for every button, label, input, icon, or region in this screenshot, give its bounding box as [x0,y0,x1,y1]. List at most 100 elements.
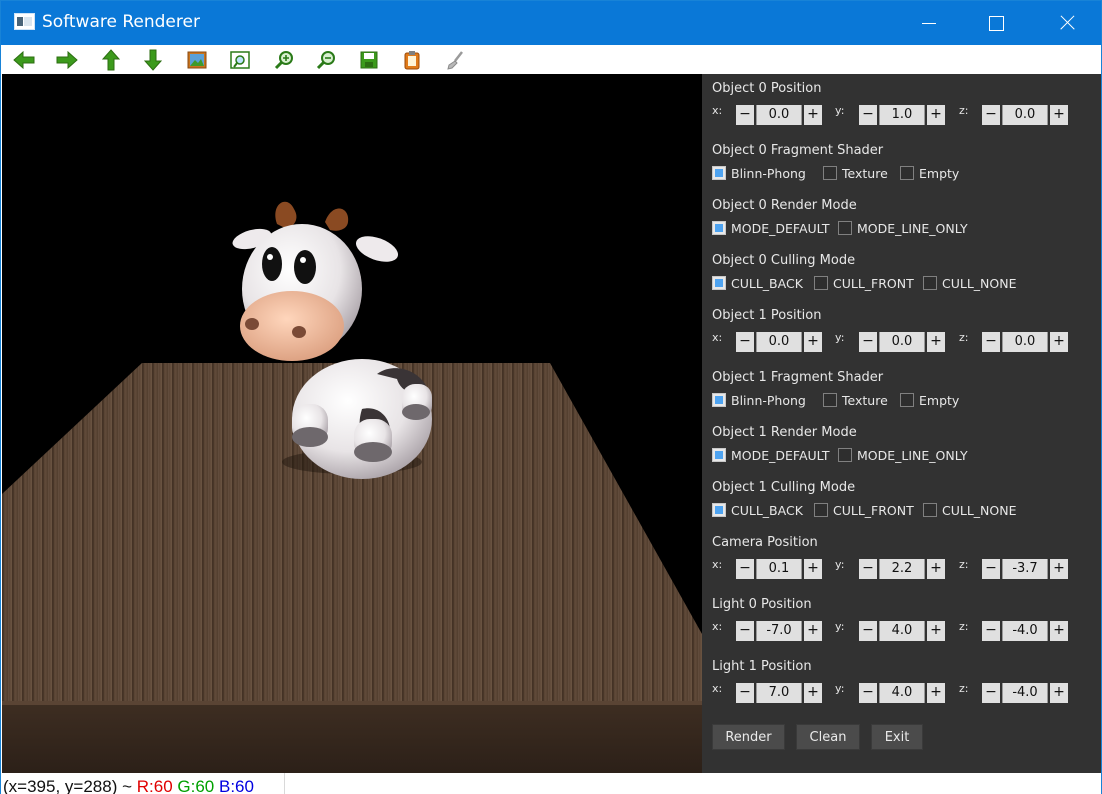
object0-shader-texture-option[interactable]: Texture [823,164,888,182]
light1-x-value[interactable]: 7.0 [756,683,802,703]
camera-x-minus-button[interactable]: − [736,559,754,579]
arrow-up-icon[interactable] [99,49,123,71]
exit-button[interactable]: Exit [871,724,923,750]
camera-z-plus-button[interactable]: + [1050,559,1068,579]
object1-z-plus-button[interactable]: + [1050,332,1068,352]
light0-z-minus-button[interactable]: − [982,621,1000,641]
object1-x-plus-button[interactable]: + [804,332,822,352]
object1-y-minus-button[interactable]: − [859,332,877,352]
close-button[interactable] [1043,1,1089,45]
light0-x-minus-button[interactable]: − [736,621,754,641]
object1-y-plus-button[interactable]: + [927,332,945,352]
arrow-right-icon[interactable] [55,49,79,71]
minimize-button[interactable] [906,1,952,45]
camera-y-plus-button[interactable]: + [927,559,945,579]
camera-z-minus-button[interactable]: − [982,559,1000,579]
camera-x-plus-button[interactable]: + [804,559,822,579]
app-icon [14,13,35,30]
checkbox-checked[interactable] [712,221,726,235]
checkbox[interactable] [923,276,937,290]
checkbox[interactable] [900,166,914,180]
image-icon[interactable] [185,49,209,71]
object0-y-plus-button[interactable]: + [927,105,945,125]
camera-y-minus-button[interactable]: − [859,559,877,579]
light1-y-minus-button[interactable]: − [859,683,877,703]
checkbox-checked[interactable] [712,503,726,517]
y-axis-label: y: [835,620,845,633]
checkbox-checked[interactable] [712,448,726,462]
checkbox[interactable] [814,503,828,517]
light1-z-minus-button[interactable]: − [982,683,1000,703]
object0-x-plus-button[interactable]: + [804,105,822,125]
maximize-button[interactable] [973,1,1019,45]
object0-y-minus-button[interactable]: − [859,105,877,125]
object0-mode-default-option[interactable]: MODE_DEFAULT [712,219,830,237]
object1-z-minus-button[interactable]: − [982,332,1000,352]
light1-x-plus-button[interactable]: + [804,683,822,703]
checkbox-checked[interactable] [712,166,726,180]
light0-y-minus-button[interactable]: − [859,621,877,641]
checkbox[interactable] [823,393,837,407]
render-viewport[interactable] [2,74,702,773]
arrow-down-icon[interactable] [141,49,165,71]
brush-icon[interactable] [443,49,467,71]
arrow-left-icon[interactable] [12,49,36,71]
title-bar[interactable]: Software Renderer [1,1,1101,45]
object1-mode-default-option[interactable]: MODE_DEFAULT [712,446,830,464]
object1-z-value[interactable]: 0.0 [1002,332,1048,352]
camera-x-value[interactable]: 0.1 [756,559,802,579]
checkbox[interactable] [838,448,852,462]
object0-z-minus-button[interactable]: − [982,105,1000,125]
render-button[interactable]: Render [712,724,785,750]
zoom-in-icon[interactable] [272,49,296,71]
object0-cull-back-option[interactable]: CULL_BACK [712,274,803,292]
camera-z-value[interactable]: -3.7 [1002,559,1048,579]
object0-mode-line-only-option[interactable]: MODE_LINE_ONLY [838,219,968,237]
light1-y-plus-button[interactable]: + [927,683,945,703]
object0-z-plus-button[interactable]: + [1050,105,1068,125]
light0-y-plus-button[interactable]: + [927,621,945,641]
checkbox[interactable] [823,166,837,180]
checkbox-checked[interactable] [712,276,726,290]
object0-z-value[interactable]: 0.0 [1002,105,1048,125]
light0-z-plus-button[interactable]: + [1050,621,1068,641]
object1-cull-none-option[interactable]: CULL_NONE [923,501,1017,519]
checkbox[interactable] [814,276,828,290]
object0-x-minus-button[interactable]: − [736,105,754,125]
object1-shader-texture-option[interactable]: Texture [823,391,888,409]
light1-z-value[interactable]: -4.0 [1002,683,1048,703]
checkbox[interactable] [923,503,937,517]
light1-x-minus-button[interactable]: − [736,683,754,703]
checkbox[interactable] [838,221,852,235]
object0-shader-blinn-phong-option[interactable]: Blinn-Phong [712,164,806,182]
checkbox[interactable] [900,393,914,407]
fit-view-icon[interactable] [228,49,252,71]
object1-mode-line-only-option[interactable]: MODE_LINE_ONLY [838,446,968,464]
clipboard-icon[interactable] [400,49,424,71]
light1-z-plus-button[interactable]: + [1050,683,1068,703]
light0-y-value[interactable]: 4.0 [879,621,925,641]
zoom-out-icon[interactable] [314,49,338,71]
object1-cull-front-option[interactable]: CULL_FRONT [814,501,914,519]
light0-x-value[interactable]: -7.0 [756,621,802,641]
object0-shader-empty-option[interactable]: Empty [900,164,959,182]
object1-x-value[interactable]: 0.0 [756,332,802,352]
save-icon[interactable] [357,49,381,71]
light0-z-value[interactable]: -4.0 [1002,621,1048,641]
object0-cull-none-option[interactable]: CULL_NONE [923,274,1017,292]
camera-y-value[interactable]: 2.2 [879,559,925,579]
object1-x-minus-button[interactable]: − [736,332,754,352]
object1-y-value[interactable]: 0.0 [879,332,925,352]
object0-cull-front-option[interactable]: CULL_FRONT [814,274,914,292]
object1-shader-blinn-phong-option[interactable]: Blinn-Phong [712,391,806,409]
object0-y-value[interactable]: 1.0 [879,105,925,125]
clean-button[interactable]: Clean [796,724,860,750]
object0-shader-title: Object 0 Fragment Shader [712,143,884,158]
object0-x-value[interactable]: 0.0 [756,105,802,125]
object1-cull-back-option[interactable]: CULL_BACK [712,501,803,519]
checkbox-checked[interactable] [712,393,726,407]
y-axis-label: y: [835,558,845,571]
light1-y-value[interactable]: 4.0 [879,683,925,703]
object1-shader-empty-option[interactable]: Empty [900,391,959,409]
light0-x-plus-button[interactable]: + [804,621,822,641]
